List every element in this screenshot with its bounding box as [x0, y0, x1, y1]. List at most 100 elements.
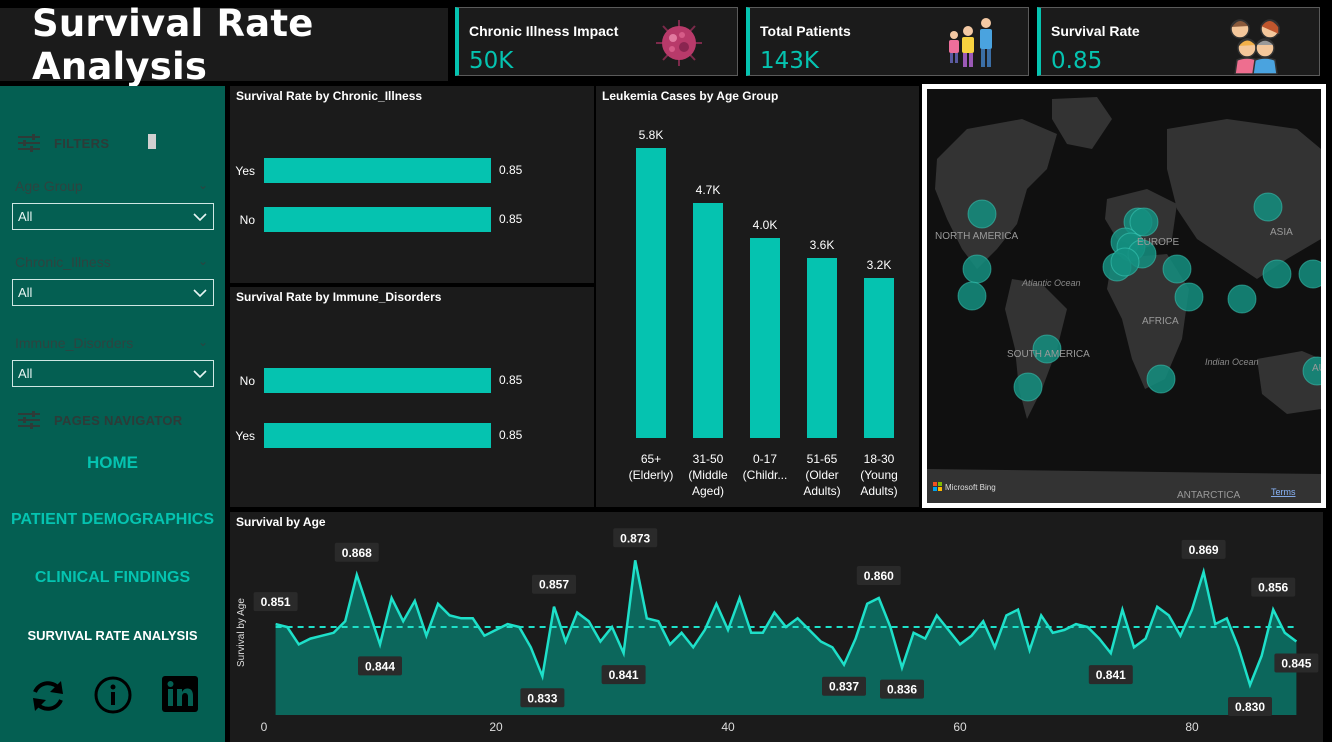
map-bubble[interactable] — [957, 281, 987, 311]
kpi-card-chronic-illness: Chronic Illness Impact 50K — [455, 7, 738, 76]
bar[interactable] — [264, 207, 491, 232]
point-label-text: 0.837 — [829, 680, 859, 694]
bar[interactable] — [264, 368, 491, 393]
data-label: 0.85 — [499, 212, 523, 226]
category-label: Aged) — [692, 484, 724, 498]
nav-home[interactable]: HOME — [0, 453, 225, 473]
map-label: AFRICA — [1142, 316, 1179, 327]
kpi-label: Chronic Illness Impact — [469, 23, 619, 39]
point-label-text: 0.841 — [609, 668, 639, 682]
map-terms-link[interactable]: Terms — [1271, 487, 1296, 497]
refresh-icon[interactable] — [28, 676, 68, 716]
chevron-down-icon[interactable]: ⌄ — [198, 178, 208, 192]
data-label: 3.2K — [867, 258, 892, 272]
info-icon[interactable] — [93, 675, 133, 715]
map-label: ANTARCTICA — [1177, 490, 1240, 501]
category-label: (Elderly) — [629, 468, 674, 482]
map-label: ASIA — [1270, 227, 1293, 238]
point-label-text: 0.844 — [365, 659, 395, 673]
map-bubble[interactable] — [1162, 254, 1192, 284]
kpi-label: Total Patients — [760, 23, 851, 39]
category-label: (Middle — [688, 468, 728, 482]
filters-toggle[interactable] — [148, 134, 156, 149]
nav-patient-demographics[interactable]: PATIENT DEMOGRAPHICS — [0, 511, 225, 529]
bar[interactable] — [264, 158, 491, 183]
bar[interactable] — [636, 148, 666, 438]
age-group-chart-card: Leukemia Cases by Age Group 5.8K 65+ (Elde… — [596, 86, 919, 507]
world-map[interactable]: NORTH AMERICA EUROPE ASIA Atlantic Ocean… — [927, 89, 1321, 503]
age-group-dropdown[interactable]: All — [12, 203, 214, 230]
pages-navigator-label: PAGES NAVIGATOR — [54, 412, 183, 428]
bar[interactable] — [693, 203, 723, 438]
data-label: 4.0K — [753, 218, 778, 232]
bar[interactable] — [750, 238, 780, 438]
map-bubble[interactable] — [1298, 259, 1321, 289]
nav-survival-rate-analysis[interactable]: SURVIVAL RATE ANALYSIS — [0, 628, 225, 643]
x-tick-label: 60 — [953, 720, 967, 734]
chevron-down-icon — [193, 212, 207, 221]
kpi-value: 50K — [469, 48, 514, 74]
map-bubble[interactable] — [967, 199, 997, 229]
area-fill — [275, 560, 1297, 715]
map-label: NORTH AMERICA — [935, 231, 1018, 242]
survival-by-age-area-chart[interactable]: Survival by Age 0.851 0.868 0.844 0.833 0.857… — [230, 512, 1323, 742]
point-label: 0.841 — [1088, 665, 1133, 685]
category-label: (Older — [805, 468, 838, 482]
data-label: 0.85 — [499, 373, 523, 387]
chevron-down-icon[interactable]: ⌄ — [198, 254, 208, 268]
map-label: SOUTH AMERICA — [1007, 349, 1090, 360]
chronic-illness-bar-chart[interactable]: Yes 0.85 No 0.85 — [230, 86, 594, 283]
map-bubble[interactable] — [1146, 364, 1176, 394]
map-label: EUROPE — [1137, 237, 1180, 248]
survival-by-age-card: Survival by Age Survival by Age 0.851 0.86… — [230, 512, 1323, 742]
map-bubble[interactable] — [1227, 284, 1257, 314]
point-label: 0.830 — [1228, 697, 1272, 716]
map-bubble[interactable] — [1110, 247, 1140, 277]
immune-disorders-dropdown[interactable]: All — [12, 360, 214, 387]
dropdown-value: All — [18, 285, 33, 300]
map-bubble[interactable] — [1253, 192, 1283, 222]
map-label: AU — [1312, 363, 1321, 374]
filters-header: FILTERS — [18, 134, 109, 152]
map-bubble[interactable] — [1262, 259, 1292, 289]
point-label: 0.837 — [822, 676, 866, 696]
map-card: NORTH AMERICA EUROPE ASIA Atlantic Ocean… — [922, 84, 1326, 508]
data-label: 5.8K — [639, 128, 664, 142]
point-label: 0.851 — [253, 592, 298, 612]
category-label: 51-65 — [807, 452, 838, 466]
point-label: 0.856 — [1251, 577, 1296, 597]
category-label: Yes — [235, 429, 255, 443]
point-label-text: 0.830 — [1235, 700, 1265, 714]
immune-disorders-bar-chart[interactable]: No 0.85 Yes 0.85 — [230, 287, 594, 507]
virus-icon — [656, 20, 702, 66]
filter-label-immune-disorders: Immune_Disorders — [15, 335, 134, 351]
nav-clinical-findings[interactable]: CLINICAL FINDINGS — [0, 569, 225, 587]
point-label-text: 0.860 — [864, 569, 894, 583]
dropdown-value: All — [18, 366, 33, 381]
dropdown-value: All — [18, 209, 33, 224]
map-bubble[interactable] — [1013, 372, 1043, 402]
bar[interactable] — [807, 258, 837, 438]
kpi-card-survival-rate: Survival Rate 0.85 — [1037, 7, 1320, 76]
category-label: 65+ — [641, 452, 661, 466]
point-label-text: 0.833 — [527, 691, 557, 705]
point-label-text: 0.845 — [1281, 657, 1311, 671]
map-bubble[interactable] — [1174, 282, 1204, 312]
category-label: 18-30 — [864, 452, 895, 466]
point-label: 0.841 — [601, 665, 646, 685]
age-group-bar-chart[interactable]: 5.8K 65+ (Elderly) 4.7K 31-50 (Middle Aged) 4.0… — [596, 86, 919, 507]
chronic-illness-dropdown[interactable]: All — [12, 279, 214, 306]
point-label: 0.833 — [520, 688, 565, 708]
y-axis-label: Survival by Age — [236, 598, 247, 667]
x-tick-label: 0 — [261, 720, 268, 734]
chevron-down-icon[interactable]: ⌄ — [198, 335, 208, 349]
map-bubble[interactable] — [962, 254, 992, 284]
bar[interactable] — [864, 278, 894, 438]
point-label-text: 0.857 — [539, 578, 569, 592]
chronic-illness-chart-card: Survival Rate by Chronic_Illness Yes 0.85… — [230, 86, 594, 283]
bar[interactable] — [264, 423, 491, 448]
group-icon — [1230, 19, 1280, 74]
linkedin-icon[interactable] — [162, 676, 198, 712]
category-label: Adults) — [860, 484, 897, 498]
point-label: 0.836 — [880, 679, 924, 699]
